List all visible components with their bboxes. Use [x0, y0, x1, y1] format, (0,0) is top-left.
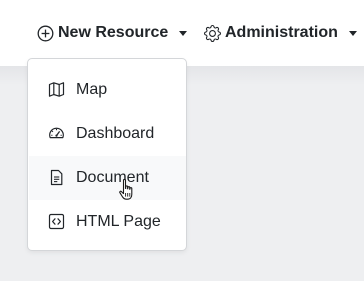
administration-label: Administration [225, 24, 338, 41]
new-resource-label: New Resource [58, 24, 169, 41]
caret-down-icon [348, 31, 357, 36]
administration-dropdown-toggle[interactable]: Administration [204, 20, 357, 46]
new-resource-dropdown-toggle[interactable]: New Resource [37, 20, 188, 46]
dropdown-item-dashboard[interactable]: Dashboard [29, 112, 186, 156]
dropdown-item-html-page[interactable]: HTML Page [29, 200, 186, 244]
map-icon [48, 81, 65, 98]
gear-icon [204, 24, 221, 42]
top-navbar: New Resource Administration [0, 0, 364, 66]
plus-circle-icon [37, 25, 54, 42]
caret-down-icon [179, 31, 188, 36]
code-file-icon [48, 213, 65, 230]
hand-pointer-cursor-icon [118, 178, 138, 202]
document-icon [48, 169, 65, 186]
new-resource-dropdown-menu: Map Dashboard Document HTML Page [27, 58, 187, 251]
dropdown-item-label: HTML Page [76, 213, 161, 230]
dropdown-item-map[interactable]: Map [29, 68, 186, 112]
dropdown-item-label: Map [76, 81, 108, 98]
speedometer-icon [48, 125, 65, 142]
dropdown-item-document[interactable]: Document [29, 156, 186, 200]
dropdown-item-label: Dashboard [76, 125, 155, 142]
